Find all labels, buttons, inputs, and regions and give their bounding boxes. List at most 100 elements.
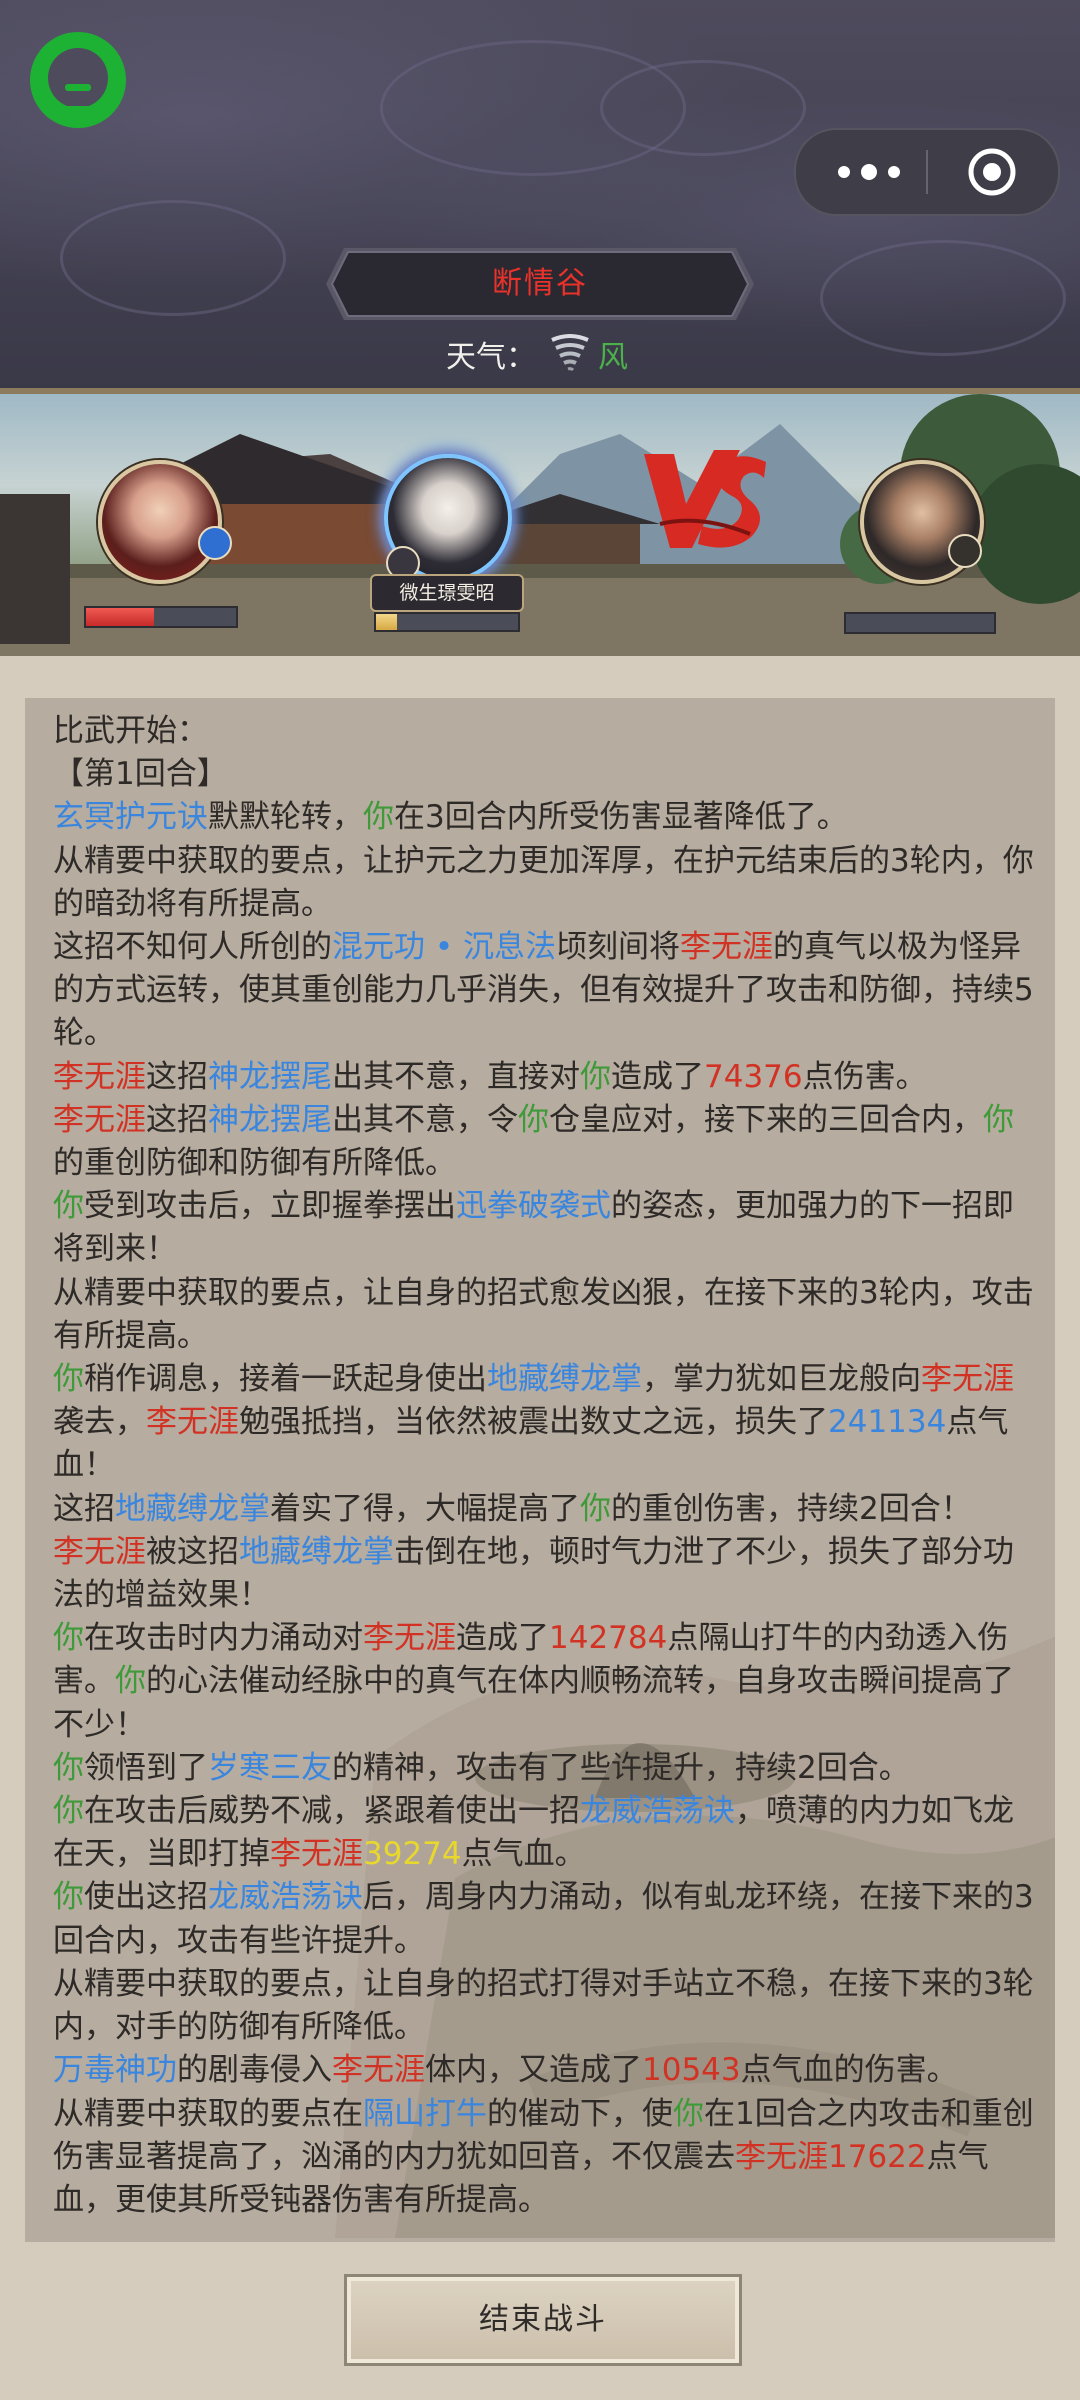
skill-name: 241134 [828,1404,947,1441]
combat-log-panel: 比武开始： 【第1回合】 玄冥护元诀默默轮转，你在3回合内所受伤害显著降低了。 从精要… [25,698,1055,2242]
enemy-name-mention: 李无涯 [146,1404,239,1441]
tornado-icon [551,334,589,372]
capsule-divider [926,150,928,194]
end-battle-button[interactable]: 结束战斗 [344,2274,742,2366]
log-text: 这招 [146,1101,208,1138]
log-entry: 你领悟到了岁寒三友的精神，攻击有了些许提升，持续2回合。 [53,1747,1038,1790]
log-text: 出其不意，令 [332,1101,518,1138]
weather-label: 天气： [446,340,536,375]
ally-name-tag: 微生璟雯昭 [370,574,524,612]
log-text: 受到攻击后，立即握拳摆出 [84,1188,456,1225]
vs-emblem [644,450,766,548]
skill-name: 万毒神功 [53,2052,177,2089]
log-text: 【第1回合】 [53,756,228,793]
log-entry: 玄冥护元诀默默轮转，你在3回合内所受伤害显著降低了。 [53,796,1038,839]
log-entry: 从精要中获取的要点，让自身的招式打得对手站立不稳，在接下来的3轮内，对手的防御有… [53,1963,1038,2049]
log-text: 仓皇应对，接下来的三回合内， [549,1101,983,1138]
skill-name: 玄冥护元诀 [53,799,208,836]
sword-badge-icon [198,526,232,560]
player-portrait[interactable] [98,460,222,584]
ally-hp-bar [374,612,520,632]
log-entry: 比武开始： [53,710,1038,753]
log-entry: 你在攻击后威势不减，紧跟着使出一招龙威浩荡诀，喷薄的内力如飞龙在天，当即打掉李无… [53,1790,1038,1876]
skill-name: 迅拳破袭式 [456,1188,611,1225]
player-name-mention: 你 [983,1101,1014,1138]
log-text: 勉强抵挡，当依然被震出数丈之远，损失了 [239,1404,828,1441]
log-entry: 这招不知何人所创的混元功 • 沉息法顷刻间将李无涯的真气以极为怪异的方式运转，使… [53,926,1038,1056]
close-target-icon[interactable] [966,146,1018,198]
enemy-name-mention: 李无涯 [270,1836,363,1873]
log-text: ，掌力犹如巨龙般向 [642,1361,921,1398]
damage-number: 17622 [828,2138,927,2175]
player-name-mention: 你 [580,1058,611,1095]
player-name-mention: 你 [363,799,394,836]
skill-name: 神龙摆尾 [208,1058,332,1095]
log-entry: 这招地藏缚龙掌着实了得，大幅提高了你的重创伤害，持续2回合！ [53,1488,1038,1531]
player-name-mention: 你 [518,1101,549,1138]
player-name-mention: 你 [53,1793,84,1830]
log-text: 在攻击后威势不减，紧跟着使出一招 [84,1793,580,1830]
log-text: 造成了 [456,1620,549,1657]
log-text: 比武开始： [53,713,208,749]
log-entry: 从精要中获取的要点，让自身的招式愈发凶狠，在接下来的3轮内，攻击有所提高。 [53,1272,1038,1358]
log-entry: 从精要中获取的要点，让护元之力更加浑厚，在护元结束后的3轮内，你的暗劲将有所提高… [53,840,1038,926]
log-text: 的心法催动经脉中的真气在体内顺畅流转，自身攻击瞬间提高了不少！ [53,1663,1014,1743]
log-text: 着实了得，大幅提高了 [270,1490,580,1527]
skill-name: 混元功 • 沉息法 [332,929,556,966]
log-text: 从精要中获取的要点，让护元之力更加浑厚，在护元结束后的3轮内，你的暗劲将有所提高… [53,842,1034,922]
log-text: 的催动下，使 [487,2095,673,2132]
skill-name: 岁寒三友 [208,1749,332,1786]
battle-scene: 微生璟雯昭 [0,394,1080,656]
log-entry: 【第1回合】 [53,753,1038,796]
damage-number: 10543 [642,2052,741,2089]
skill-name: 隔山打牛 [363,2095,487,2132]
log-text: 的剧毒侵入 [177,2052,332,2089]
enemy-name-mention: 李无涯 [53,1101,146,1138]
enemy-hp-bar [844,612,996,634]
player-name-mention: 你 [53,1620,84,1657]
skill-name: 地藏缚龙掌 [487,1361,642,1398]
log-text: 袭去， [53,1404,146,1441]
ally-hp-fill [376,614,398,630]
damage-number: 39274 [363,1836,462,1873]
weather-row: 天气： 风 [446,334,628,375]
log-text: 被这招 [146,1533,239,1570]
enemy-name-mention: 李无涯 [363,1620,456,1657]
chat-bubble-icon[interactable] [24,26,132,134]
log-text: 在3回合内所受伤害显著降低了。 [394,799,848,836]
log-text: 使出这招 [84,1879,208,1916]
enemy-name-mention: 李无涯 [735,2138,828,2175]
log-text: 这招 [53,1490,115,1527]
log-text: 在攻击时内力涌动对 [84,1620,363,1657]
more-dots-icon[interactable] [834,158,904,186]
enemy-name-mention: 李无涯 [921,1361,1014,1398]
skill-name: 神龙摆尾 [208,1101,332,1138]
log-text: 的精神，攻击有了些许提升，持续2回合。 [332,1749,910,1786]
log-text: 点气血的伤害。 [740,2052,958,2089]
damage-number: 74376 [704,1058,803,1095]
player-hp-bar [84,606,238,628]
log-text: 体内，又造成了 [425,2052,642,2089]
cloud-pattern [820,240,1066,356]
enemy-name-mention: 李无涯 [680,929,773,966]
log-text: 点伤害。 [802,1058,927,1095]
log-text: 的重创伤害，持续2回合！ [611,1490,972,1527]
player-name-mention: 你 [673,2095,704,2132]
log-text: 领悟到了 [84,1749,208,1786]
cloud-pattern [600,60,806,156]
log-text: 出其不意，直接对 [332,1058,580,1095]
log-text: 顷刻间将 [556,929,680,966]
log-entry: 万毒神功的剧毒侵入李无涯体内，又造成了10543点气血的伤害。 [53,2049,1038,2092]
log-text: 这招不知何人所创的 [53,929,332,966]
location-title: 断情谷 [492,266,588,301]
log-text: 的重创防御和防御有所降低。 [53,1145,456,1182]
log-entry: 你在攻击时内力涌动对李无涯造成了142784点隔山打牛的内劲透入伤害。你的心法催… [53,1617,1038,1747]
log-text: 从精要中获取的要点在 [53,2095,363,2132]
log-entry: 从精要中获取的要点在隔山打牛的催动下，使你在1回合之内攻击和重创伤害显著提高了，… [53,2093,1038,2223]
log-text: 造成了 [611,1058,704,1095]
player-name-mention: 你 [53,1188,84,1225]
log-text: 从精要中获取的要点，让自身的招式愈发凶狠，在接下来的3轮内，攻击有所提高。 [53,1274,1034,1354]
player-hp-fill [86,608,154,626]
log-entry: 你稍作调息，接着一跃起身使出地藏缚龙掌，掌力犹如巨龙般向李无涯袭去，李无涯勉强抵… [53,1358,1038,1488]
player-name-mention: 你 [115,1663,146,1700]
